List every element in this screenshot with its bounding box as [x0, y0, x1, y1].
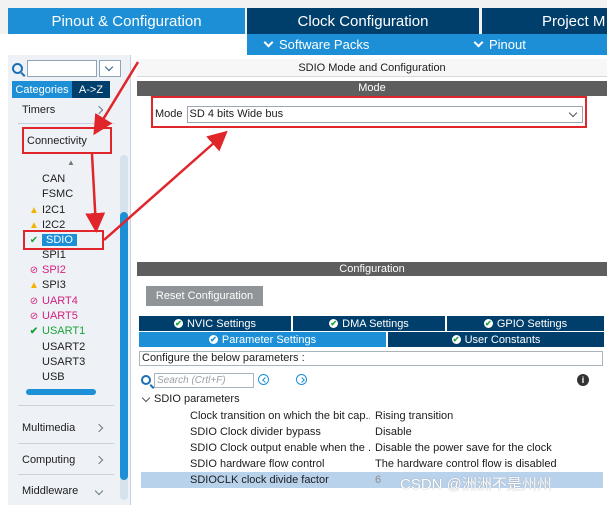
arrow-to-sdio: [85, 153, 106, 233]
annotation-arrows: [85, 61, 228, 241]
arrow-to-mode: [103, 130, 228, 241]
watermark-text: CSDN @洲洲不是州州: [400, 476, 552, 493]
arrow-to-connectivity: [93, 61, 140, 136]
